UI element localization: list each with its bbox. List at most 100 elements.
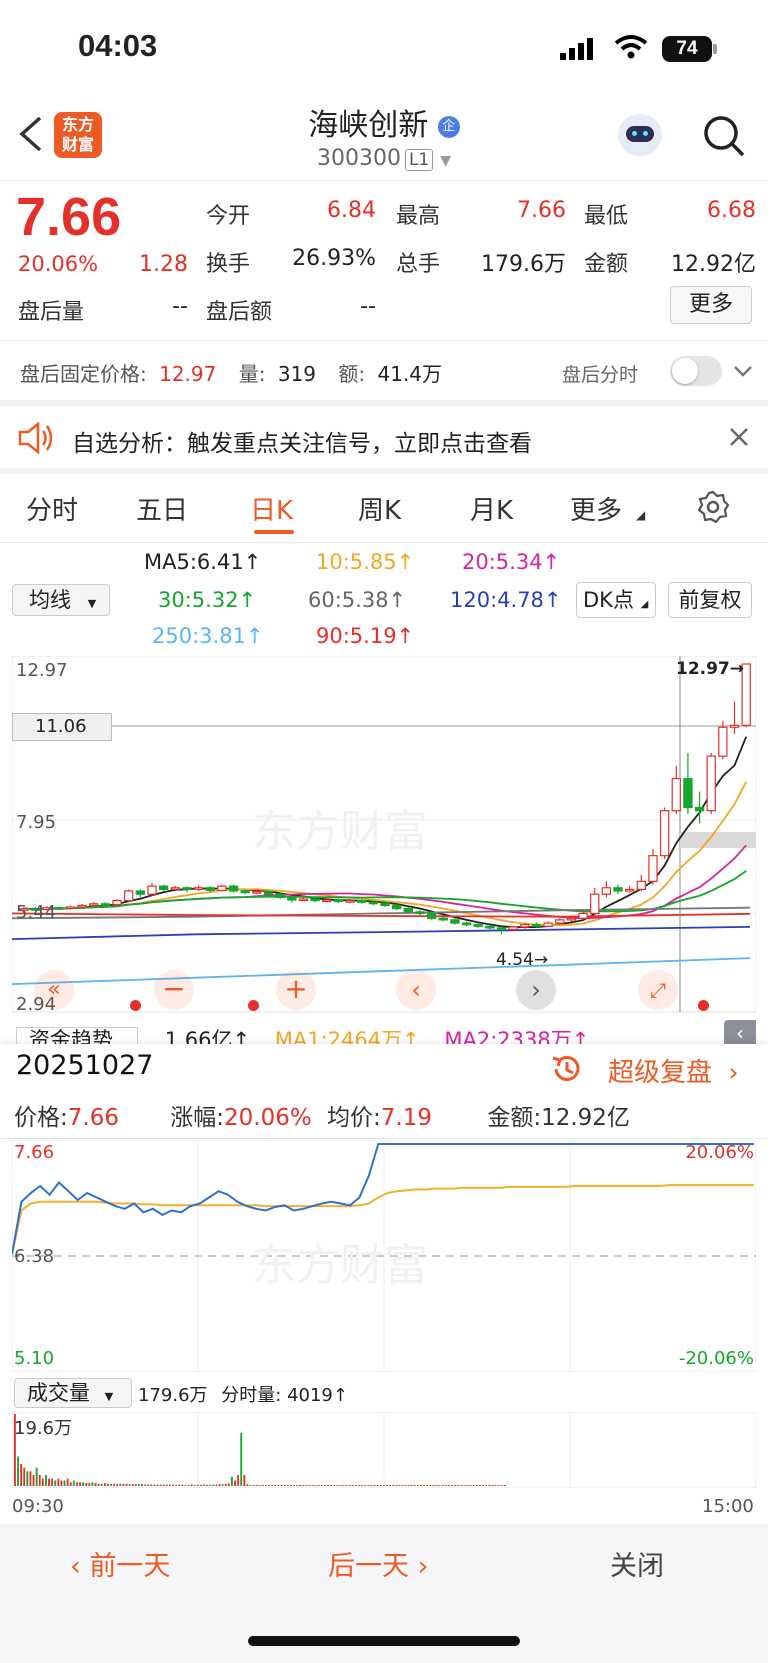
volume-bar	[119, 1483, 122, 1486]
candle-body	[112, 900, 122, 906]
ma10-label: 10:5.85↑	[316, 550, 415, 574]
volume-bar	[35, 1467, 38, 1486]
volume-bar	[20, 1463, 23, 1486]
low-label: 最低	[584, 204, 629, 229]
volume-bar	[392, 1485, 395, 1486]
volume-bar	[134, 1484, 137, 1486]
volume-bar	[17, 1456, 19, 1486]
chevron-down-icon[interactable]	[732, 360, 754, 386]
more-button[interactable]: 更多	[670, 286, 752, 324]
fullscreen-icon[interactable]: ⤢	[638, 970, 678, 1010]
tab-minute[interactable]: 分时	[26, 490, 78, 527]
volume-bar	[320, 1485, 323, 1486]
volume-bar	[113, 1483, 116, 1486]
dk-point-button[interactable]: DK点 ◢	[576, 582, 656, 618]
after-hours-toggle[interactable]	[670, 356, 722, 386]
assistant-robot-icon[interactable]	[618, 114, 662, 156]
next-day-label: 后一天	[328, 1551, 409, 1582]
forward-adjust-button[interactable]: 前复权	[668, 582, 752, 618]
volume-bar	[420, 1485, 422, 1486]
volume-bar	[190, 1484, 193, 1486]
volume-bar	[206, 1484, 209, 1486]
search-icon[interactable]	[702, 114, 746, 162]
super-replay-link[interactable]: 超级复盘 ›	[608, 1052, 739, 1089]
tab-more[interactable]: 更多	[570, 490, 622, 527]
close-icon[interactable]	[728, 426, 750, 452]
intraday-mid: 6.38	[14, 1246, 55, 1267]
volume-bar	[503, 1485, 506, 1486]
caret-down-icon: ▼	[87, 597, 97, 610]
fund-flow-selector: 资金趋势	[16, 1027, 138, 1044]
stock-code: 300300	[316, 146, 401, 171]
section-gap	[0, 400, 768, 406]
intraday-bottom-pct: -20.06%	[678, 1348, 754, 1369]
volume-bar	[103, 1483, 106, 1486]
ma-selector[interactable]: 均线 ▼	[12, 584, 110, 616]
candle-body	[508, 926, 518, 931]
volume-selector[interactable]: 成交量 ▼	[14, 1378, 132, 1408]
candle-body	[613, 887, 623, 892]
volume-bar	[138, 1484, 140, 1486]
fund-flow-row[interactable]: 资金趋势 1.66亿↑ MA1:2464万↑ MA2:2338万↑	[16, 1024, 589, 1044]
notice-text[interactable]: 自选分析：触发重点关注信号，立即点击查看	[72, 424, 532, 458]
tab-monthly-k[interactable]: 月K	[470, 490, 513, 527]
ma-selector-label: 均线	[29, 588, 71, 612]
zoom-in-icon[interactable]: +	[276, 970, 316, 1010]
tab-daily-k[interactable]: 日K	[250, 490, 293, 527]
kline-chart[interactable]: 东方财富	[12, 656, 756, 1016]
after-hours-label: 盘后固定价格:	[20, 362, 147, 386]
detail-amt: 12.92亿	[541, 1105, 630, 1131]
next-day-button[interactable]: 后一天 ›	[328, 1544, 428, 1583]
detail-date: 20251027	[16, 1050, 154, 1081]
volume-chart[interactable]	[12, 1412, 756, 1488]
volume-bar	[76, 1482, 78, 1486]
quote-divider	[0, 340, 768, 341]
after-hours-toggle-label: 盘后分时	[562, 364, 639, 386]
volume-bar	[249, 1484, 252, 1486]
volume-bar	[23, 1467, 26, 1486]
volume-bar	[485, 1485, 488, 1486]
volume-bar	[122, 1483, 125, 1486]
zoom-out-icon[interactable]: −	[154, 970, 194, 1010]
ma5-label: MA5:6.41↑	[144, 550, 262, 574]
candle-body	[193, 887, 204, 890]
replay-clock-icon[interactable]	[550, 1052, 584, 1090]
low-value: 6.68	[707, 198, 756, 223]
candle-body	[601, 887, 612, 895]
detail-avg-label: 均价:	[327, 1105, 381, 1131]
volume-bar	[438, 1485, 441, 1486]
intraday-chart[interactable]: 东方财富	[12, 1140, 756, 1372]
tab-weekly-k[interactable]: 周K	[358, 490, 401, 527]
volume-bar	[330, 1485, 333, 1486]
caret-icon: ◢	[636, 508, 646, 522]
scroll-left-fast-icon[interactable]: «	[34, 970, 74, 1010]
volume-bar	[45, 1474, 47, 1486]
scroll-left-icon[interactable]: ‹	[396, 970, 436, 1010]
volume-bar	[410, 1485, 413, 1486]
volume-bar	[367, 1485, 370, 1486]
ma250-label: 250:3.81↑	[152, 624, 264, 648]
candle-body	[659, 810, 670, 857]
detail-price: 7.66	[67, 1105, 119, 1131]
tab-five-day[interactable]: 五日	[136, 490, 188, 527]
volume-bar	[361, 1485, 364, 1486]
level-badge: L1	[404, 149, 434, 171]
volume-bar	[448, 1485, 450, 1486]
candle-body	[415, 911, 425, 915]
prev-day-button[interactable]: ‹ 前一天	[70, 1544, 170, 1583]
candle-body	[718, 726, 728, 757]
scroll-right-icon[interactable]: ›	[516, 970, 556, 1010]
candle-body	[531, 924, 542, 927]
stock-name: 海峡创新	[308, 108, 429, 143]
time-start: 09:30	[12, 1496, 64, 1517]
volume-bar	[231, 1476, 233, 1486]
volume-bar	[165, 1484, 168, 1486]
detail-divider	[0, 1138, 768, 1139]
volume-bar	[178, 1484, 181, 1486]
volume-bar	[289, 1485, 292, 1486]
volume-bar	[150, 1484, 153, 1486]
volume-bar	[342, 1485, 345, 1486]
candle-body	[77, 904, 87, 908]
gear-icon[interactable]	[696, 490, 730, 528]
close-button[interactable]: 关闭	[610, 1544, 664, 1583]
